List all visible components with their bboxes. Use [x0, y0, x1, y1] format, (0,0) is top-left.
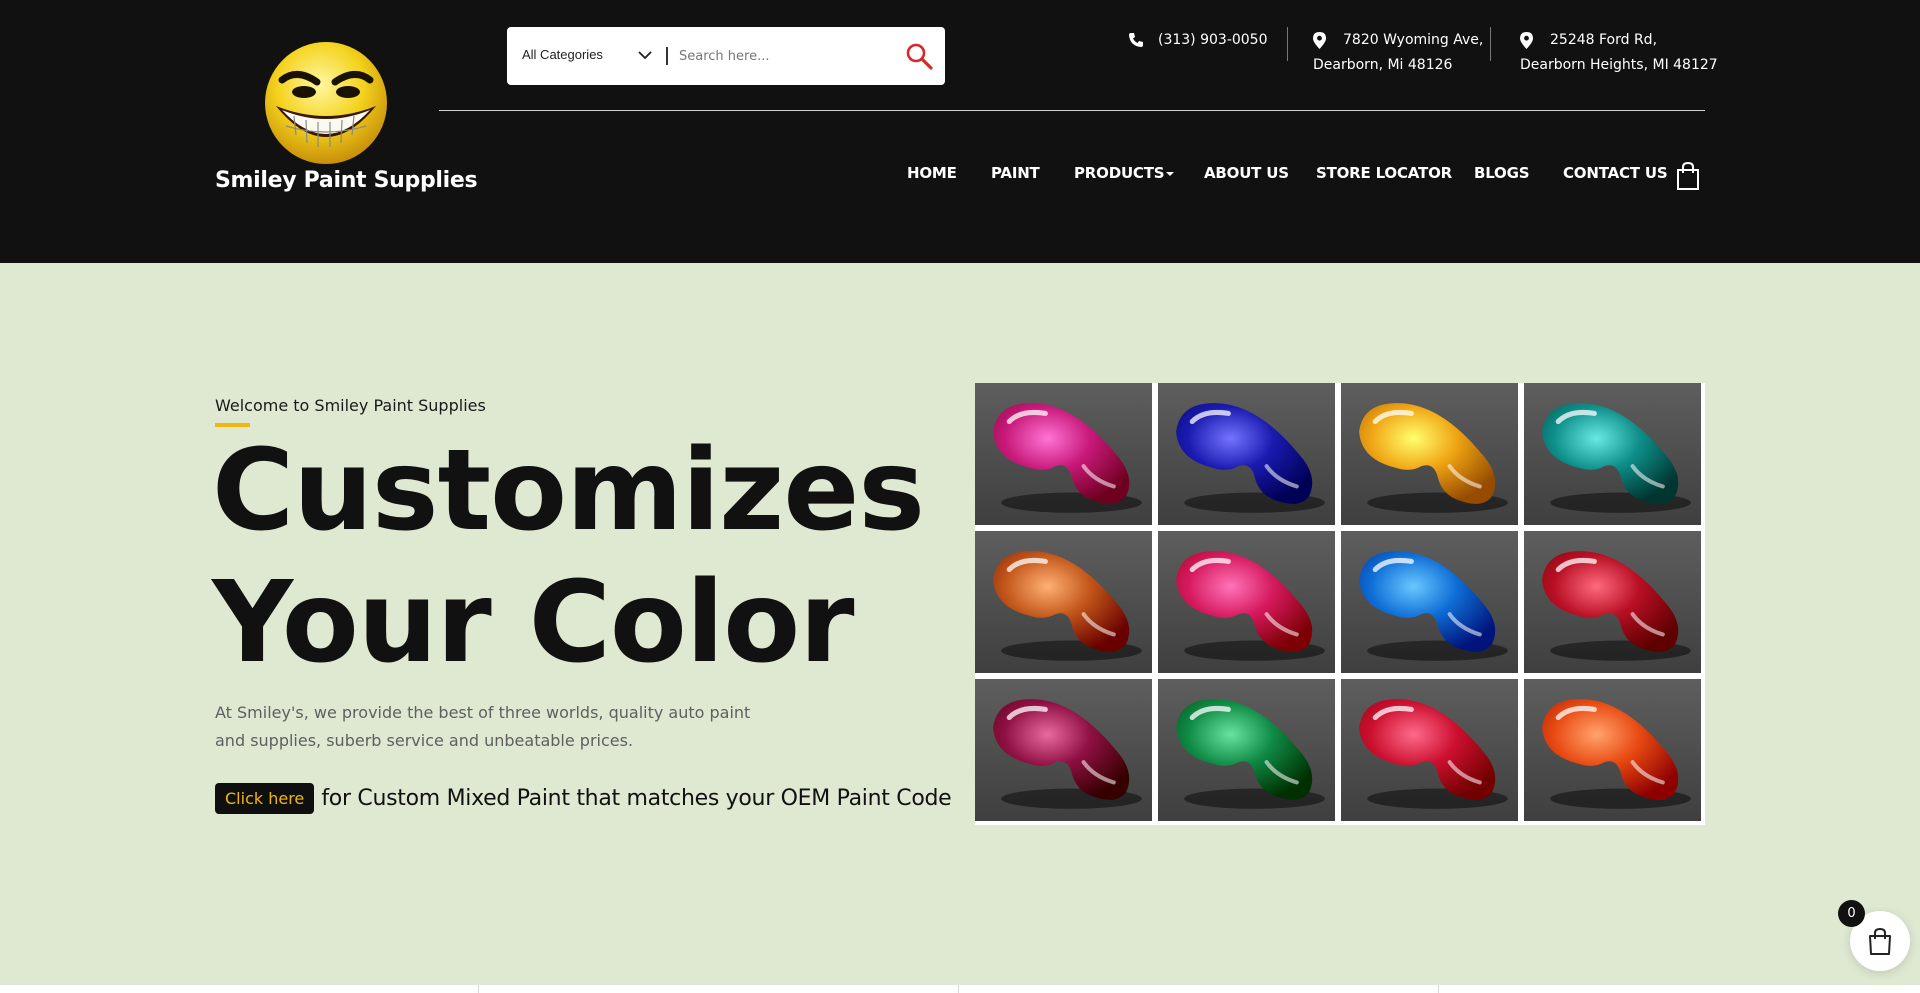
paint-swatch-blue	[1158, 383, 1335, 525]
paint-blob-icon	[1359, 551, 1508, 661]
hero-title: Customizes Your Color	[212, 425, 925, 689]
paint-blob-icon	[993, 551, 1142, 661]
search-input[interactable]	[679, 41, 889, 71]
caret-down-icon	[1166, 171, 1175, 176]
brand-name: Smiley Paint Supplies	[215, 168, 478, 193]
chevron-down-icon[interactable]	[637, 49, 653, 61]
hero-title-line: Customizes	[212, 426, 925, 556]
nav-contact-us[interactable]: CONTACT US	[1563, 164, 1668, 182]
section-divider	[478, 985, 479, 993]
paint-blob-icon	[993, 403, 1142, 513]
cta-text: for Custom Mixed Paint that matches your…	[321, 786, 952, 811]
search-button[interactable]	[903, 41, 935, 73]
contact-address-wyoming[interactable]: 7820 Wyoming Ave, Dearborn, Mi 48126	[1313, 28, 1483, 78]
nav-products[interactable]: PRODUCTS	[1074, 164, 1175, 182]
paint-blob-icon	[1359, 403, 1508, 513]
search-divider	[666, 47, 668, 65]
paint-swatch-magenta	[975, 383, 1152, 525]
paint-blob-icon	[1542, 551, 1691, 661]
paint-blob-icon	[1542, 403, 1691, 513]
address-line: Dearborn Heights, MI 48127	[1520, 57, 1718, 73]
contact-phone[interactable]: (313) 903-0050	[1128, 28, 1268, 53]
search-icon	[906, 43, 933, 70]
paint-swatch-pink	[1158, 531, 1335, 673]
paint-swatch-gallery	[975, 383, 1705, 825]
logo-link[interactable]: Smiley Paint Supplies	[215, 40, 478, 193]
site-header: Smiley Paint Supplies All Categories (31…	[0, 0, 1920, 263]
address-line: 7820 Wyoming Ave,	[1343, 32, 1484, 48]
paint-swatch-sky-blue	[1341, 531, 1518, 673]
paint-swatch-teal	[1524, 383, 1701, 525]
shopping-bag-icon	[1869, 927, 1891, 955]
search-bar: All Categories	[507, 27, 945, 85]
map-pin-icon	[1520, 32, 1533, 49]
map-pin-icon	[1313, 32, 1326, 49]
nav-about-us[interactable]: ABOUT US	[1204, 164, 1289, 182]
category-select[interactable]: All Categories	[522, 47, 603, 62]
nav-store-locator[interactable]: STORE LOCATOR	[1316, 164, 1452, 182]
address-line: 25248 Ford Rd,	[1550, 32, 1658, 48]
section-divider	[958, 985, 959, 993]
nav-blogs[interactable]: BLOGS	[1474, 164, 1530, 182]
smiley-logo-icon	[265, 42, 387, 164]
address-line: Dearborn, Mi 48126	[1313, 57, 1453, 73]
paint-swatch-orange-red	[1524, 679, 1701, 821]
phone-icon	[1129, 33, 1143, 47]
paint-swatch-green	[1158, 679, 1335, 821]
nav-home[interactable]: HOME	[907, 164, 957, 182]
click-here-button[interactable]: Click here	[215, 783, 315, 814]
nav-products-label: PRODUCTS	[1074, 164, 1165, 182]
paint-blob-icon	[1542, 699, 1691, 809]
contact-address-ford[interactable]: 25248 Ford Rd, Dearborn Heights, MI 4812…	[1520, 28, 1718, 78]
paint-blob-icon	[1176, 699, 1325, 809]
header-divider	[439, 110, 1705, 111]
hero-title-line: Your Color	[212, 558, 854, 688]
contact-divider	[1490, 27, 1491, 61]
shopping-bag-icon[interactable]	[1675, 161, 1701, 191]
section-divider	[1438, 985, 1439, 993]
paint-blob-icon	[1359, 699, 1508, 809]
paint-swatch-red	[1341, 679, 1518, 821]
paint-blob-icon	[993, 699, 1142, 809]
paint-swatch-orange	[975, 531, 1152, 673]
paint-swatch-yellow	[1341, 383, 1518, 525]
phone-number: (313) 903-0050	[1158, 32, 1268, 48]
paint-swatch-wine	[975, 679, 1152, 821]
hero-description: At Smiley's, we provide the best of thre…	[215, 703, 751, 750]
next-section-edge	[0, 985, 1920, 993]
cta-row: Click here for Custom Mixed Paint that m…	[215, 783, 952, 814]
paint-blob-icon	[1176, 551, 1325, 661]
nav-paint[interactable]: PAINT	[991, 164, 1040, 182]
paint-swatch-crimson	[1524, 531, 1701, 673]
cart-count-badge: 0	[1838, 900, 1865, 927]
hero-welcome: Welcome to Smiley Paint Supplies	[215, 396, 486, 415]
paint-blob-icon	[1176, 403, 1325, 513]
contact-divider	[1287, 27, 1288, 61]
